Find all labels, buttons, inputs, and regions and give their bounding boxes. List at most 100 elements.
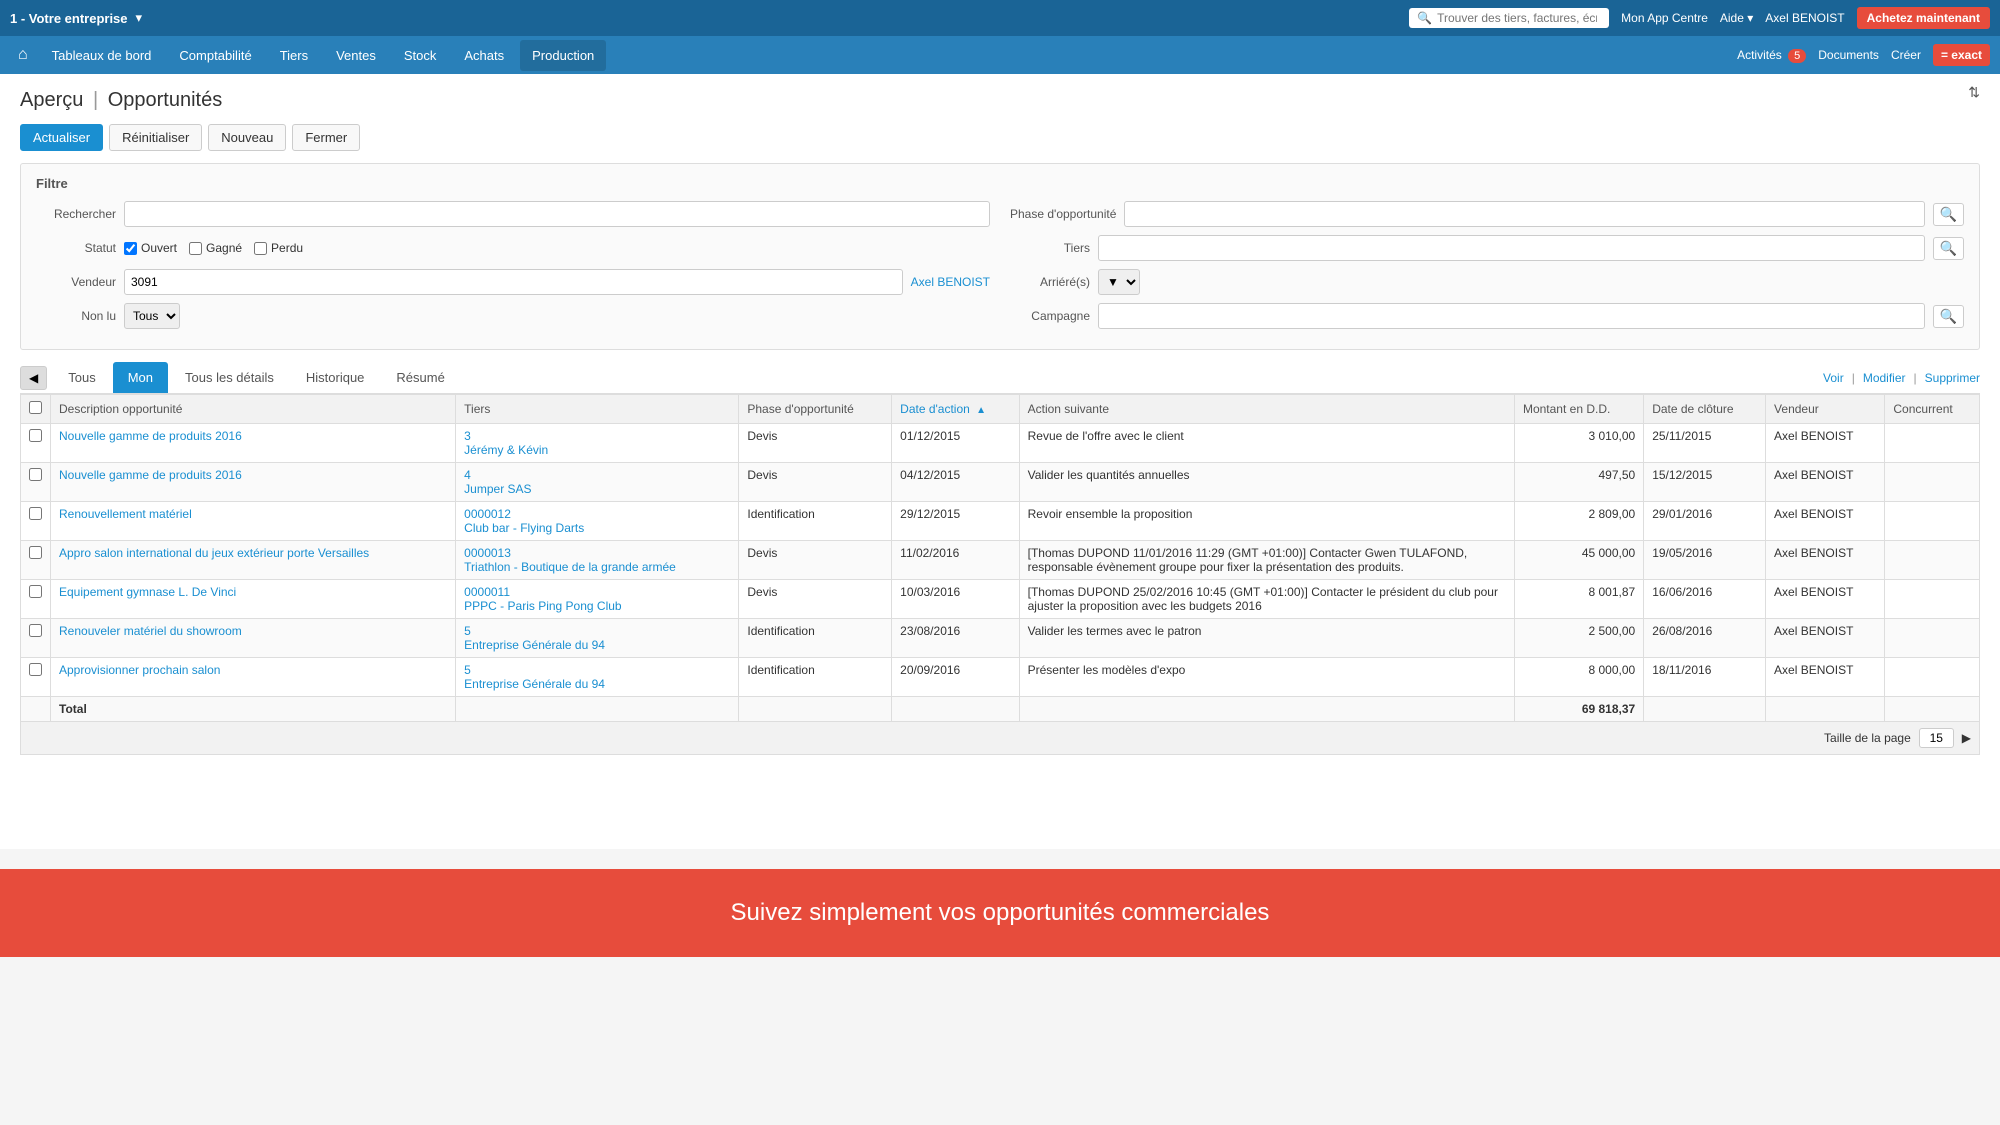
voir-action[interactable]: Voir [1823, 371, 1844, 385]
campagne-input[interactable] [1098, 303, 1925, 329]
arrieres-select[interactable]: ▼ [1098, 269, 1140, 295]
statut-perdu[interactable]: Perdu [254, 241, 303, 255]
tab-mon[interactable]: Mon [113, 362, 168, 393]
filter-row-4: Non lu Tous Campagne 🔍 [36, 303, 1964, 329]
tiers-num-link[interactable]: 0000012 [464, 507, 511, 521]
company-name[interactable]: 1 - Votre entreprise [10, 11, 128, 26]
tiers-name-link[interactable]: Entreprise Générale du 94 [464, 677, 605, 691]
supprimer-action[interactable]: Supprimer [1925, 371, 1980, 385]
nav-stock[interactable]: Stock [392, 40, 449, 71]
concurrent-cell [1885, 502, 1980, 541]
montant-cell: 45 000,00 [1514, 541, 1643, 580]
nouveau-button[interactable]: Nouveau [208, 124, 286, 151]
user-name[interactable]: Axel BENOIST [1765, 11, 1844, 25]
vendeur-cell: Axel BENOIST [1766, 541, 1885, 580]
achetez-button[interactable]: Achetez maintenant [1857, 7, 1990, 29]
nav-tableaux-de-bord[interactable]: Tableaux de bord [40, 40, 164, 71]
actualiser-button[interactable]: Actualiser [20, 124, 103, 151]
description-link[interactable]: Renouvellement matériel [59, 507, 192, 521]
tiers-input[interactable] [1098, 235, 1925, 261]
description-link[interactable]: Equipement gymnase L. De Vinci [59, 585, 236, 599]
search-box[interactable]: 🔍 [1409, 8, 1609, 28]
reinitialiser-button[interactable]: Réinitialiser [109, 124, 202, 151]
phase-input[interactable] [1124, 201, 1924, 227]
row-checkbox[interactable] [29, 663, 42, 676]
statut-ouvert[interactable]: Ouvert [124, 241, 177, 255]
action-suivante-cell: [Thomas DUPOND 11/01/2016 11:29 (GMT +01… [1019, 541, 1514, 580]
sort-options-icon[interactable]: ⇅ [1968, 84, 1980, 101]
date-cloture-cell: 26/08/2016 [1644, 619, 1766, 658]
vendeur-link[interactable]: Axel BENOIST [911, 275, 990, 289]
tiers-name-link[interactable]: Club bar - Flying Darts [464, 521, 584, 535]
dropdown-icon[interactable]: ▾ [136, 10, 143, 26]
toolbar: Actualiser Réinitialiser Nouveau Fermer [20, 124, 1980, 151]
row-checkbox[interactable] [29, 429, 42, 442]
next-page-icon[interactable]: ▶ [1962, 731, 1971, 745]
activites-link[interactable]: Activités 5 [1737, 48, 1806, 62]
select-all-checkbox[interactable] [29, 401, 42, 414]
row-checkbox[interactable] [29, 624, 42, 637]
description-link[interactable]: Renouveler matériel du showroom [59, 624, 242, 638]
montant-cell: 3 010,00 [1514, 424, 1643, 463]
vendeur-input[interactable] [124, 269, 903, 295]
col-date-action[interactable]: Date d'action ▲ [892, 395, 1019, 424]
nav-production[interactable]: Production [520, 40, 606, 71]
aide-link[interactable]: Aide ▾ [1720, 11, 1753, 25]
non-lu-select[interactable]: Tous [124, 303, 180, 329]
nav-ventes[interactable]: Ventes [324, 40, 388, 71]
page-title: Aperçu | Opportunités [20, 89, 1980, 112]
tabs-actions: Voir | Modifier | Supprimer [1823, 371, 1980, 385]
description-link[interactable]: Nouvelle gamme de produits 2016 [59, 429, 242, 443]
tiers-num-link[interactable]: 5 [464, 624, 471, 638]
tiers-name-link[interactable]: Jérémy & Kévin [464, 443, 548, 457]
row-checkbox[interactable] [29, 585, 42, 598]
nav-tiers[interactable]: Tiers [268, 40, 320, 71]
rechercher-input[interactable] [124, 201, 990, 227]
phase-search-button[interactable]: 🔍 [1933, 203, 1964, 226]
total-row: Total 69 818,37 [21, 697, 1980, 722]
phase-cell: Identification [739, 619, 892, 658]
phase-cell: Devis [739, 580, 892, 619]
nav-comptabilite[interactable]: Comptabilité [167, 40, 263, 71]
statut-label: Statut [36, 241, 116, 255]
vendeur-cell: Axel BENOIST [1766, 658, 1885, 697]
nav-achats[interactable]: Achats [452, 40, 516, 71]
fermer-button[interactable]: Fermer [292, 124, 360, 151]
page-size-input[interactable] [1919, 728, 1954, 748]
table-row: Nouvelle gamme de produits 2016 4 Jumper… [21, 463, 1980, 502]
row-checkbox[interactable] [29, 507, 42, 520]
statut-gagne[interactable]: Gagné [189, 241, 242, 255]
tiers-name-link[interactable]: PPPC - Paris Ping Pong Club [464, 599, 621, 613]
tiers-name-link[interactable]: Triathlon - Boutique de la grande armée [464, 560, 676, 574]
row-checkbox[interactable] [29, 546, 42, 559]
tab-resume[interactable]: Résumé [381, 362, 459, 393]
action-suivante-cell: Présenter les modèles d'expo [1019, 658, 1514, 697]
row-checkbox[interactable] [29, 468, 42, 481]
search-input[interactable] [1437, 11, 1597, 25]
tab-tous-details[interactable]: Tous les détails [170, 362, 289, 393]
campagne-search-button[interactable]: 🔍 [1933, 305, 1964, 328]
tab-tous[interactable]: Tous [53, 362, 110, 393]
description-link[interactable]: Appro salon international du jeux extéri… [59, 546, 369, 560]
creer-link[interactable]: Créer [1891, 48, 1921, 62]
table-row: Appro salon international du jeux extéri… [21, 541, 1980, 580]
tiers-name-link[interactable]: Entreprise Générale du 94 [464, 638, 605, 652]
tab-historique[interactable]: Historique [291, 362, 380, 393]
mon-app-centre-link[interactable]: Mon App Centre [1621, 11, 1708, 25]
description-link[interactable]: Nouvelle gamme de produits 2016 [59, 468, 242, 482]
tiers-num-link[interactable]: 5 [464, 663, 471, 677]
tiers-num-link[interactable]: 4 [464, 468, 471, 482]
description-link[interactable]: Approvisionner prochain salon [59, 663, 220, 677]
tiers-num-link[interactable]: 3 [464, 429, 471, 443]
home-icon[interactable]: ⌂ [10, 46, 36, 64]
arrieres-label: Arriéré(s) [1010, 275, 1090, 289]
tab-collapse-button[interactable]: ◀ [20, 366, 47, 390]
documents-link[interactable]: Documents [1818, 48, 1879, 62]
phase-cell: Devis [739, 541, 892, 580]
col-date-cloture: Date de clôture [1644, 395, 1766, 424]
tiers-num-link[interactable]: 0000013 [464, 546, 511, 560]
tiers-search-button[interactable]: 🔍 [1933, 237, 1964, 260]
tiers-name-link[interactable]: Jumper SAS [464, 482, 531, 496]
tiers-num-link[interactable]: 0000011 [464, 585, 510, 599]
modifier-action[interactable]: Modifier [1863, 371, 1906, 385]
